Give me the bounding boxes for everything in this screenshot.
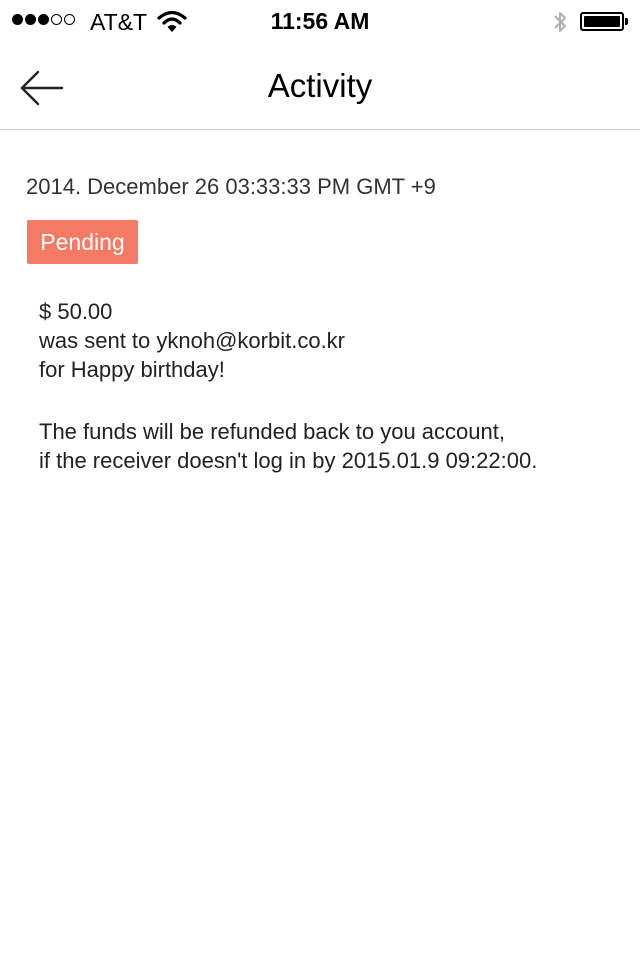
- memo-text: for Happy birthday!: [39, 357, 225, 382]
- status-time: 11:56 AM: [270, 8, 370, 34]
- recipient-text: was sent to yknoh@korbit.co.kr: [39, 328, 346, 353]
- bluetooth-icon: [552, 9, 568, 40]
- activity-timestamp: 2014. December 26 03:33:33 PM GMT +9: [26, 174, 436, 199]
- nav-bar: Activity: [0, 40, 640, 130]
- battery-icon: [580, 12, 628, 31]
- amount-text: $ 50.00: [39, 299, 113, 324]
- refund-notice-line-1: The funds will be refunded back to you a…: [39, 419, 505, 444]
- refund-notice-line-2: if the receiver doesn't log in by 2015.0…: [39, 448, 538, 473]
- status-bar: AT&T 11:56 AM: [0, 0, 640, 40]
- page-title: Activity: [267, 67, 373, 104]
- battery-nub: [625, 18, 628, 25]
- battery-fill: [584, 16, 620, 27]
- status-badge: Pending: [27, 220, 138, 264]
